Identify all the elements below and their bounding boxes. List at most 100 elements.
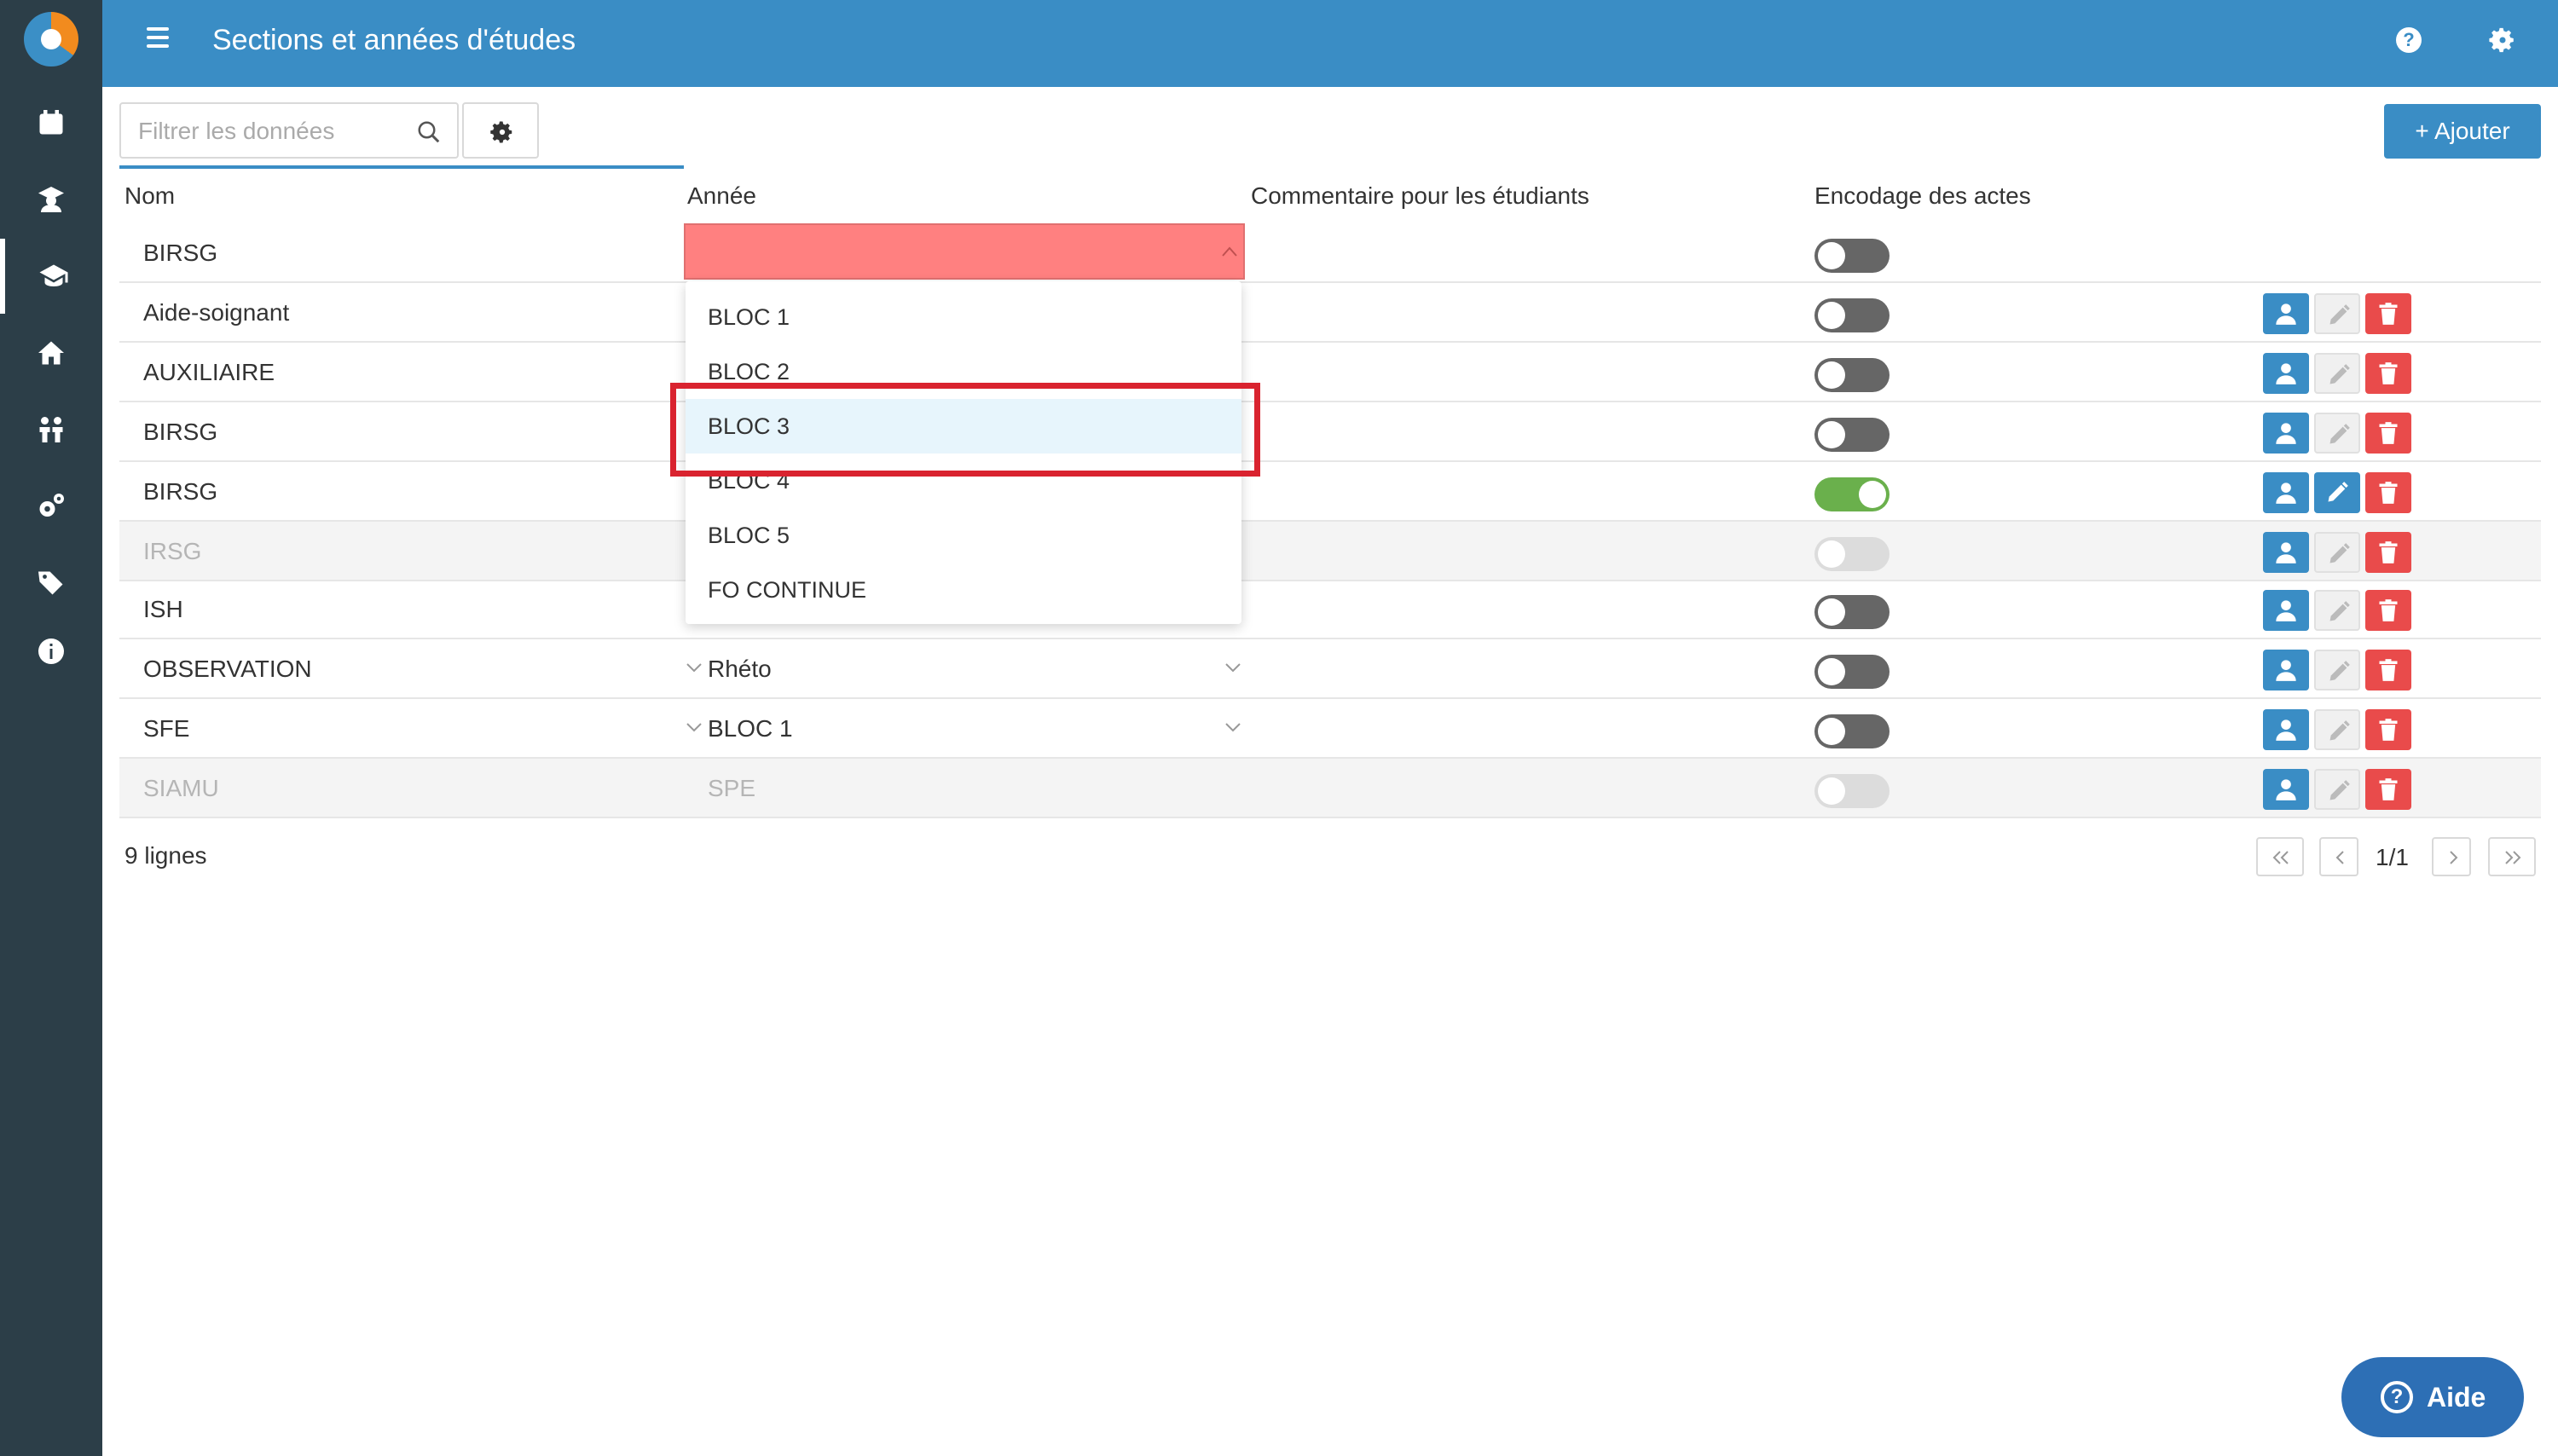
users-button[interactable]	[2263, 650, 2309, 690]
users-button[interactable]	[2263, 353, 2309, 394]
highlight-annotation	[670, 383, 1260, 477]
delete-button[interactable]	[2365, 769, 2411, 810]
sidebar	[0, 0, 102, 1456]
users-button[interactable]	[2263, 413, 2309, 454]
table-row: SFE BLOC 1	[119, 699, 2541, 759]
encodage-toggle[interactable]	[1814, 358, 1890, 392]
student-icon[interactable]	[0, 162, 102, 237]
edit-acts-button[interactable]	[2314, 769, 2360, 810]
last-page-button[interactable]	[2488, 837, 2536, 876]
users-button[interactable]	[2263, 590, 2309, 631]
chevron-left-icon	[2335, 851, 2344, 864]
delete-button[interactable]	[2365, 293, 2411, 334]
users-button[interactable]	[2263, 769, 2309, 810]
app-logo[interactable]	[24, 12, 78, 66]
tags-icon[interactable]	[0, 546, 102, 621]
table-row: OBSERVATION Rhéto	[119, 639, 2541, 699]
first-page-button[interactable]	[2256, 837, 2304, 876]
nom-cell[interactable]: ISH	[143, 580, 183, 639]
delete-button[interactable]	[2365, 532, 2411, 573]
chevron-right-icon	[2450, 851, 2458, 864]
delete-button[interactable]	[2365, 353, 2411, 394]
rows-count: 9 lignes	[124, 842, 207, 869]
gear-icon	[490, 121, 512, 143]
double-chevron-right-icon	[2505, 851, 2521, 864]
encodage-toggle[interactable]	[1814, 714, 1890, 748]
home-icon[interactable]	[0, 315, 102, 390]
dropdown-option[interactable]: FO CONTINUE	[686, 563, 1241, 617]
chevron-down-icon[interactable]	[686, 662, 703, 679]
edit-acts-button[interactable]	[2314, 590, 2360, 631]
encodage-toggle[interactable]	[1814, 595, 1890, 629]
double-chevron-left-icon	[2272, 851, 2289, 864]
users-button[interactable]	[2263, 532, 2309, 573]
chevron-down-icon[interactable]	[1224, 721, 1241, 738]
column-header-nom[interactable]: Nom	[124, 182, 175, 210]
info-icon[interactable]	[0, 614, 102, 689]
page-indicator: 1/1	[2376, 844, 2409, 870]
nom-cell[interactable]: SFE	[143, 699, 189, 759]
nom-cell[interactable]: BIRSG	[143, 462, 217, 522]
nom-cell[interactable]: BIRSG	[143, 402, 217, 462]
page-title: Sections et années d'études	[212, 24, 576, 56]
table-settings-button[interactable]	[462, 102, 539, 159]
annee-cell[interactable]: SPE	[708, 759, 755, 818]
calendar-icon[interactable]	[0, 85, 102, 160]
chevron-down-icon[interactable]	[1224, 662, 1241, 679]
search-input[interactable]	[138, 116, 394, 147]
users-button[interactable]	[2263, 293, 2309, 334]
search-box	[119, 102, 459, 159]
delete-button[interactable]	[2365, 590, 2411, 631]
nom-cell[interactable]: AUXILIAIRE	[143, 343, 275, 402]
encodage-toggle[interactable]	[1814, 239, 1890, 273]
search-icon[interactable]	[416, 119, 442, 145]
delete-button[interactable]	[2365, 413, 2411, 454]
edit-acts-button[interactable]	[2314, 709, 2360, 750]
table-row: BIRSG	[119, 223, 2541, 283]
table-row: SIAMU SPE	[119, 759, 2541, 818]
nom-cell[interactable]: IRSG	[143, 522, 201, 581]
table-row: BIRSG	[119, 402, 2541, 462]
nom-cell[interactable]: SIAMU	[143, 759, 219, 818]
nom-cell[interactable]: OBSERVATION	[143, 639, 312, 699]
column-header-encodage[interactable]: Encodage des actes	[1814, 182, 2031, 210]
annee-cell[interactable]: BLOC 1	[708, 699, 793, 759]
help-icon[interactable]: ?	[2396, 27, 2422, 53]
nom-cell[interactable]: Aide-soignant	[143, 283, 289, 343]
edit-acts-button[interactable]	[2314, 293, 2360, 334]
table-row: IRSG	[119, 522, 2541, 581]
delete-button[interactable]	[2365, 472, 2411, 513]
settings-gear-icon[interactable]	[2488, 26, 2517, 55]
delete-button[interactable]	[2365, 650, 2411, 690]
graduation-cap-icon[interactable]	[0, 239, 102, 314]
dropdown-option[interactable]: BLOC 5	[686, 508, 1241, 563]
gears-icon[interactable]	[0, 469, 102, 544]
help-floating-button[interactable]: ? Aide	[2341, 1357, 2524, 1437]
dropdown-option[interactable]: BLOC 1	[686, 290, 1241, 344]
next-page-button[interactable]	[2432, 837, 2471, 876]
edit-acts-button[interactable]	[2314, 353, 2360, 394]
prev-page-button[interactable]	[2319, 837, 2358, 876]
table-row: ISH	[119, 580, 2541, 639]
encodage-toggle[interactable]	[1814, 655, 1890, 689]
nom-cell[interactable]: BIRSG	[143, 223, 217, 283]
handshake-icon[interactable]	[0, 392, 102, 467]
annee-cell[interactable]: Rhéto	[708, 639, 772, 699]
edit-acts-button[interactable]	[2314, 472, 2360, 513]
encodage-toggle[interactable]	[1814, 418, 1890, 452]
table-row: BIRSG	[119, 462, 2541, 522]
users-button[interactable]	[2263, 709, 2309, 750]
edit-acts-button[interactable]	[2314, 413, 2360, 454]
menu-icon[interactable]	[147, 27, 171, 51]
column-header-annee[interactable]: Année	[687, 182, 756, 210]
encodage-toggle[interactable]	[1814, 298, 1890, 332]
users-button[interactable]	[2263, 472, 2309, 513]
annee-select-open[interactable]	[684, 223, 1245, 280]
encodage-toggle[interactable]	[1814, 477, 1890, 511]
edit-acts-button[interactable]	[2314, 532, 2360, 573]
edit-acts-button[interactable]	[2314, 650, 2360, 690]
chevron-down-icon[interactable]	[686, 721, 703, 738]
add-button[interactable]: + Ajouter	[2384, 104, 2541, 159]
delete-button[interactable]	[2365, 709, 2411, 750]
column-header-commentaire[interactable]: Commentaire pour les étudiants	[1251, 182, 1589, 210]
